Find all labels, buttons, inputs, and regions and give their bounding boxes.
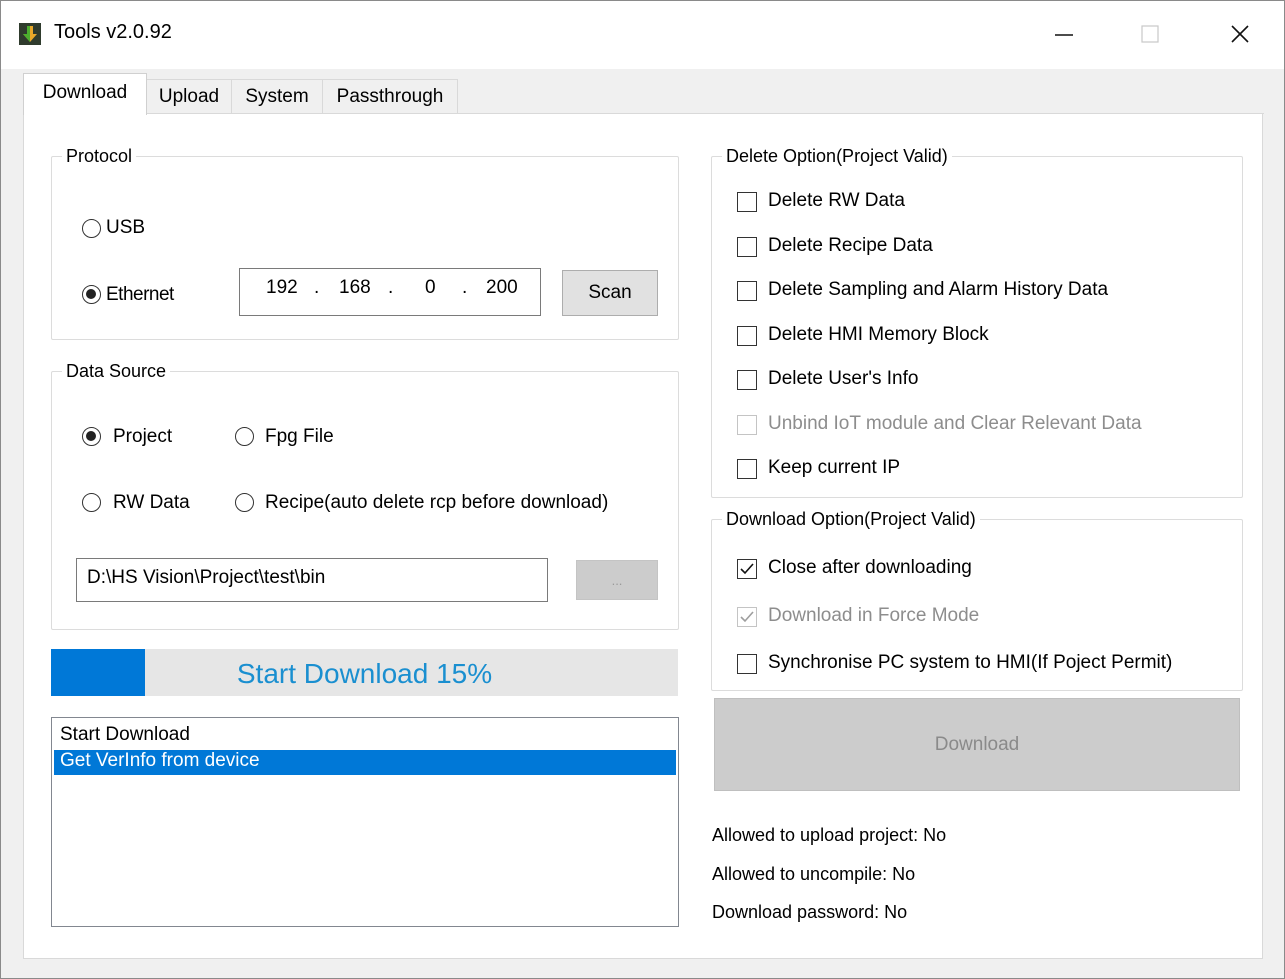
ip-address-input[interactable]: 192 . 168 . 0 . 200 xyxy=(239,268,541,316)
tab-system-label: System xyxy=(245,86,309,107)
download-button[interactable]: Download xyxy=(714,698,1240,791)
ethernet-label: Ethernet xyxy=(106,284,174,305)
tab-passthrough-label: Passthrough xyxy=(336,86,444,107)
recipe-radio[interactable] xyxy=(235,493,254,512)
tab-download[interactable]: Download xyxy=(23,73,147,115)
delete-option-checkbox-5[interactable] xyxy=(737,414,757,435)
download-option-checkbox-1[interactable] xyxy=(737,606,757,627)
delete-option-checkbox-label-0: Delete RW Data xyxy=(768,190,905,211)
uncompile-status: Allowed to uncompile: No xyxy=(712,864,916,884)
close-window-button[interactable] xyxy=(1217,11,1263,57)
delete-option-checkbox-label-5: Unbind IoT module and Clear Relevant Dat… xyxy=(768,412,1142,434)
download-progress-bar: Start Download 15% xyxy=(51,649,678,696)
ethernet-radio[interactable] xyxy=(82,285,101,304)
checkmark-icon xyxy=(740,610,754,622)
progress-label: Start Download 15% xyxy=(236,658,493,689)
log-item[interactable]: Start Download xyxy=(54,724,676,749)
upload-project-status: Allowed to upload project: No xyxy=(712,825,947,845)
delete-option-checkbox-2[interactable] xyxy=(737,281,757,301)
delete-option-legend: Delete Option(Project Valid) xyxy=(726,146,948,166)
delete-option-checkbox-label-4: Delete User's Info xyxy=(768,368,919,389)
tab-passthrough[interactable]: Passthrough xyxy=(322,79,458,113)
tab-system[interactable]: System xyxy=(231,79,323,113)
ip-octet-2[interactable]: 168 xyxy=(339,277,371,299)
window-title: Tools v2.0.92 xyxy=(54,21,172,43)
app-download-icon xyxy=(19,23,41,45)
download-password-status: Download password: No xyxy=(712,902,908,922)
download-option-checkbox-label-2: Synchronise PC system to HMI(If Poject P… xyxy=(768,652,1173,673)
download-option-checkbox-2[interactable] xyxy=(737,654,757,674)
download-option-checkbox-label-1: Download in Force Mode xyxy=(768,604,980,626)
tab-upload-label: Upload xyxy=(158,86,220,107)
ip-dot-3: . xyxy=(462,277,468,298)
usb-label: USB xyxy=(106,217,146,238)
delete-option-checkbox-label-3: Delete HMI Memory Block xyxy=(768,323,989,345)
delete-option-checkbox-3[interactable] xyxy=(737,325,757,346)
checkmark-icon xyxy=(740,563,754,575)
tab-upload[interactable]: Upload xyxy=(146,79,232,113)
project-label: Project xyxy=(113,426,173,447)
maximize-button[interactable] xyxy=(1127,11,1173,57)
close-icon xyxy=(1231,25,1249,43)
delete-option-checkbox-1[interactable] xyxy=(737,236,757,257)
ip-octet-3[interactable]: 0 xyxy=(425,277,436,299)
data-source-legend: Data Source xyxy=(66,361,167,381)
log-item[interactable]: Get VerInfo from device xyxy=(54,750,676,775)
ip-dot-1: . xyxy=(314,277,320,298)
ip-octet-4[interactable]: 200 xyxy=(486,277,518,299)
delete-option-checkbox-label-6: Keep current IP xyxy=(768,457,901,478)
delete-option-checkbox-label-2: Delete Sampling and Alarm History Data xyxy=(768,279,1109,300)
download-option-checkbox-0[interactable] xyxy=(737,559,757,579)
minimize-icon xyxy=(1055,34,1073,36)
minimize-button[interactable] xyxy=(1041,11,1087,57)
fpg-file-radio[interactable] xyxy=(235,427,254,446)
path-value: D:\HS Vision\Project\test\bin xyxy=(87,567,326,588)
maximize-icon xyxy=(1141,25,1159,43)
tab-download-label: Download xyxy=(42,82,128,103)
project-radio[interactable] xyxy=(82,427,101,446)
delete-option-checkbox-label-1: Delete Recipe Data xyxy=(768,234,933,256)
fpg-file-label: Fpg File xyxy=(265,426,334,447)
download-option-legend: Download Option(Project Valid) xyxy=(726,509,976,529)
download-option-checkbox-label-0: Close after downloading xyxy=(768,557,972,578)
recipe-label: Recipe(auto delete rcp before download) xyxy=(265,492,609,513)
log-listbox[interactable]: Start Download Get VerInfo from device xyxy=(51,717,679,927)
browse-button-label: ... xyxy=(611,572,623,588)
rw-data-label: RW Data xyxy=(113,492,190,513)
ip-dot-2: . xyxy=(388,277,394,298)
ip-octet-1[interactable]: 192 xyxy=(266,277,298,299)
scan-button-label: Scan xyxy=(588,282,632,303)
delete-option-checkbox-4[interactable] xyxy=(737,370,757,390)
path-input[interactable]: D:\HS Vision\Project\test\bin xyxy=(76,558,548,602)
download-button-label: Download xyxy=(934,733,1020,755)
browse-button[interactable]: ... xyxy=(576,560,658,600)
scan-button[interactable]: Scan xyxy=(562,270,658,316)
usb-radio[interactable] xyxy=(82,219,101,238)
delete-option-checkbox-0[interactable] xyxy=(737,192,757,212)
title-bar: Tools v2.0.92 xyxy=(1,1,1284,69)
tools-window: Tools v2.0.92 Download Upload System Pas… xyxy=(0,0,1285,979)
rw-data-radio[interactable] xyxy=(82,493,101,512)
delete-option-checkbox-6[interactable] xyxy=(737,459,757,479)
protocol-legend: Protocol xyxy=(66,146,133,166)
